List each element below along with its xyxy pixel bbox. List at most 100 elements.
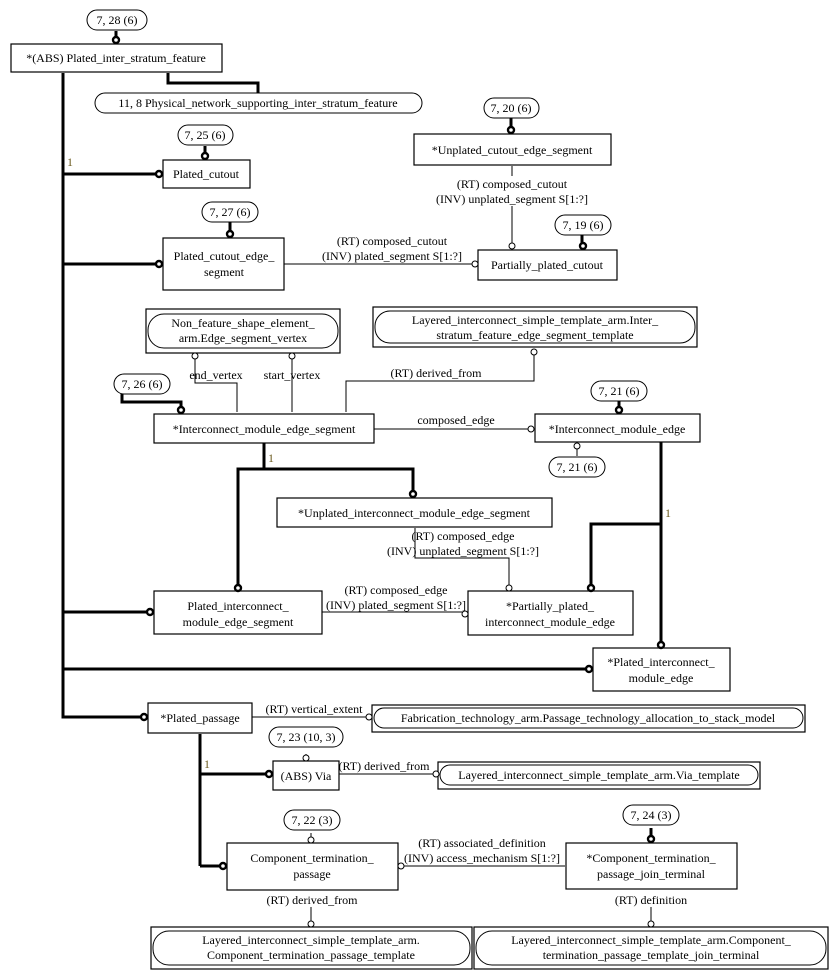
end-circle: [461, 610, 469, 618]
end-circle: [233, 583, 243, 593]
ref-component-termination-passage-template[interactable]: Layered_interconnect_simple_template_arm…: [150, 926, 473, 970]
line-ime-subtype-branch: [589, 522, 661, 586]
ref-7-21-top-label: 7, 21 (6): [599, 384, 640, 398]
ref-label: Layered_interconnect_simple_template_arm…: [458, 768, 740, 782]
ref-via-template[interactable]: Layered_interconnect_simple_template_arm…: [437, 761, 761, 790]
entity-unplated-interconnect-module-edge-segment[interactable]: *Unplated_interconnect_module_edge_segme…: [276, 497, 553, 528]
end-circle: [527, 425, 535, 433]
end-circle: [646, 834, 656, 844]
entity-interconnect-module-edge-segment[interactable]: *Interconnect_module_edge_segment: [153, 413, 375, 444]
rel-label-plated-segment: (INV) plated_segment S[1:?]: [326, 598, 466, 612]
rel-label-unplated-segment: (INV) unplated_segment S[1:?]: [436, 192, 588, 206]
ref-label-line-2: stratum_feature_edge_segment_template: [436, 328, 633, 342]
rel-label-derived-from: (RT) derived_from: [267, 893, 359, 907]
entity-unplated-cutout-edge-segment[interactable]: *Unplated_cutout_edge_segment: [413, 133, 612, 166]
entity-label: Partially_plated_cutout: [491, 258, 604, 272]
rel-label-composed-edge: composed_edge: [417, 413, 494, 427]
entity-plated-interconnect-module-edge[interactable]: *Plated_interconnect_ module_edge: [592, 647, 731, 692]
end-circle: [508, 242, 516, 250]
rel-label-composed-edge: (RT) composed_edge: [412, 529, 515, 543]
rel-label-unplated-segment: (INV) unplated_segment S[1:?]: [387, 544, 539, 558]
entity-label-line-2: passage_join_terminal: [597, 867, 706, 881]
end-circle: [530, 348, 538, 356]
entity-label-line-1: Plated_cutout_edge_: [174, 249, 276, 263]
cardinality-label: 1: [204, 757, 210, 771]
end-circle: [307, 920, 315, 928]
entity-plated-inter-stratum-feature[interactable]: *(ABS) Plated_inter_stratum_feature: [10, 43, 223, 73]
express-g-diagram: 7, 28 (6) 7, 25 (6) 7, 20 (6) 7, 27 (6) …: [10, 9, 829, 970]
end-circle: [264, 769, 274, 779]
ref-7-24-label: 7, 24 (3): [631, 808, 672, 822]
end-circle: [200, 151, 210, 161]
ref-label-line-1: Layered_interconnect_simple_template_arm…: [202, 933, 420, 947]
cardinality-label: 1: [67, 155, 73, 169]
ref-passage-technology-allocation-to-stack-model[interactable]: Fabrication_technology_arm.Passage_techn…: [371, 704, 806, 733]
entity-component-termination-passage-join-terminal[interactable]: *Component_termination_ passage_join_ter…: [565, 842, 738, 890]
end-circle: [505, 584, 513, 592]
end-circle: [154, 169, 164, 179]
entity-partially-plated-cutout[interactable]: Partially_plated_cutout: [477, 249, 618, 281]
end-circle: [586, 583, 596, 593]
ref-component-termination-passage-template-join-terminal[interactable]: Layered_interconnect_simple_template_arm…: [473, 926, 829, 970]
ref-7-21-bottom-label: 7, 21 (6): [557, 460, 598, 474]
entity-label-line-2: module_edge_segment: [183, 615, 294, 629]
entity-label: Plated_cutout: [173, 167, 240, 181]
rel-label-composed-cutout: (RT) composed_cutout: [457, 177, 568, 191]
ref-physical-network-supporting-inter-stratum-feature[interactable]: 11, 8 Physical_network_supporting_inter_…: [94, 92, 423, 114]
ref-7-19-label: 7, 19 (6): [563, 218, 604, 232]
entity-label-line-1: *Component_termination_: [586, 851, 716, 865]
ref-label-line-1: Non_feature_shape_element_: [171, 316, 315, 330]
rel-label-derived-from: (RT) derived_from: [391, 366, 483, 380]
ref-7-27-label: 7, 27 (6): [210, 205, 251, 219]
entity-label: *(ABS) Plated_inter_stratum_feature: [26, 51, 206, 65]
end-circle: [573, 442, 581, 450]
ref-7-20-label: 7, 20 (6): [491, 101, 532, 115]
end-circle: [302, 754, 310, 762]
end-circle: [614, 405, 624, 415]
entity-plated-interconnect-module-edge-segment[interactable]: Plated_interconnect_ module_edge_segment: [153, 590, 323, 635]
end-circle: [225, 229, 235, 239]
ref-label: Fabrication_technology_arm.Passage_techn…: [401, 711, 776, 725]
entity-label-line-2: interconnect_module_edge: [485, 615, 615, 629]
ref-inter-stratum-feature-edge-segment-template[interactable]: Layered_interconnect_simple_template_arm…: [372, 306, 698, 348]
entity-via[interactable]: (ABS) Via: [272, 760, 340, 791]
ref-7-25-label: 7, 25 (6): [185, 128, 226, 142]
entity-label: *Interconnect_module_edge_segment: [173, 422, 356, 436]
entity-interconnect-module-edge[interactable]: *Interconnect_module_edge: [534, 413, 701, 443]
cardinality-label: 1: [665, 506, 671, 520]
entity-label-line-1: *Plated_interconnect_: [607, 655, 715, 669]
entity-label: (ABS) Via: [281, 769, 332, 783]
ref-label-line-2: arm.Edge_segment_vertex: [179, 331, 307, 345]
line-end-vertex: [194, 357, 238, 412]
ref-edge-segment-vertex[interactable]: Non_feature_shape_element_ arm.Edge_segm…: [145, 308, 341, 354]
entity-label-line-2: segment: [204, 265, 245, 279]
end-circle: [111, 35, 121, 45]
line-supertype-physical-network: [166, 73, 260, 93]
entity-label: *Unplated_interconnect_module_edge_segme…: [298, 506, 531, 520]
rel-label-end-vertex: end_vertex: [189, 368, 242, 382]
ref-label-line-2: termination_passage_template_join_termin…: [543, 948, 760, 962]
entity-plated-passage[interactable]: *Plated_passage: [147, 702, 253, 734]
entity-component-termination-passage[interactable]: Component_termination_ passage: [226, 842, 399, 891]
entity-label-line-1: *Partially_plated_: [506, 599, 595, 613]
end-circle: [432, 770, 440, 778]
ref-7-22-label: 7, 22 (3): [292, 813, 333, 827]
rel-label-derived-from: (RT) derived_from: [339, 759, 431, 773]
end-circle: [307, 836, 315, 844]
entity-plated-cutout[interactable]: Plated_cutout: [162, 159, 251, 189]
rel-label-definition: (RT) definition: [615, 893, 687, 907]
rel-label-plated-segment: (INV) plated_segment S[1:?]: [322, 249, 462, 263]
ref-label-line-2: Component_termination_passage_template: [207, 948, 415, 962]
entity-partially-plated-interconnect-module-edge[interactable]: *Partially_plated_ interconnect_module_e…: [467, 590, 634, 636]
ref-7-26-label: 7, 26 (6): [122, 377, 163, 391]
entity-label-line-2: module_edge: [629, 671, 694, 685]
trunk-line-main: [61, 73, 147, 719]
rel-label-vertical-extent: (RT) vertical_extent: [266, 702, 364, 716]
entity-plated-cutout-edge-segment[interactable]: Plated_cutout_edge_ segment: [162, 237, 285, 291]
end-circle: [647, 920, 655, 928]
cardinality-label: 1: [268, 451, 274, 465]
rel-label-access-mechanism: (INV) access_mechanism S[1:?]: [404, 851, 560, 865]
end-circle: [656, 640, 666, 650]
rel-label-composed-edge: (RT) composed_edge: [345, 583, 448, 597]
end-circle: [365, 713, 373, 721]
